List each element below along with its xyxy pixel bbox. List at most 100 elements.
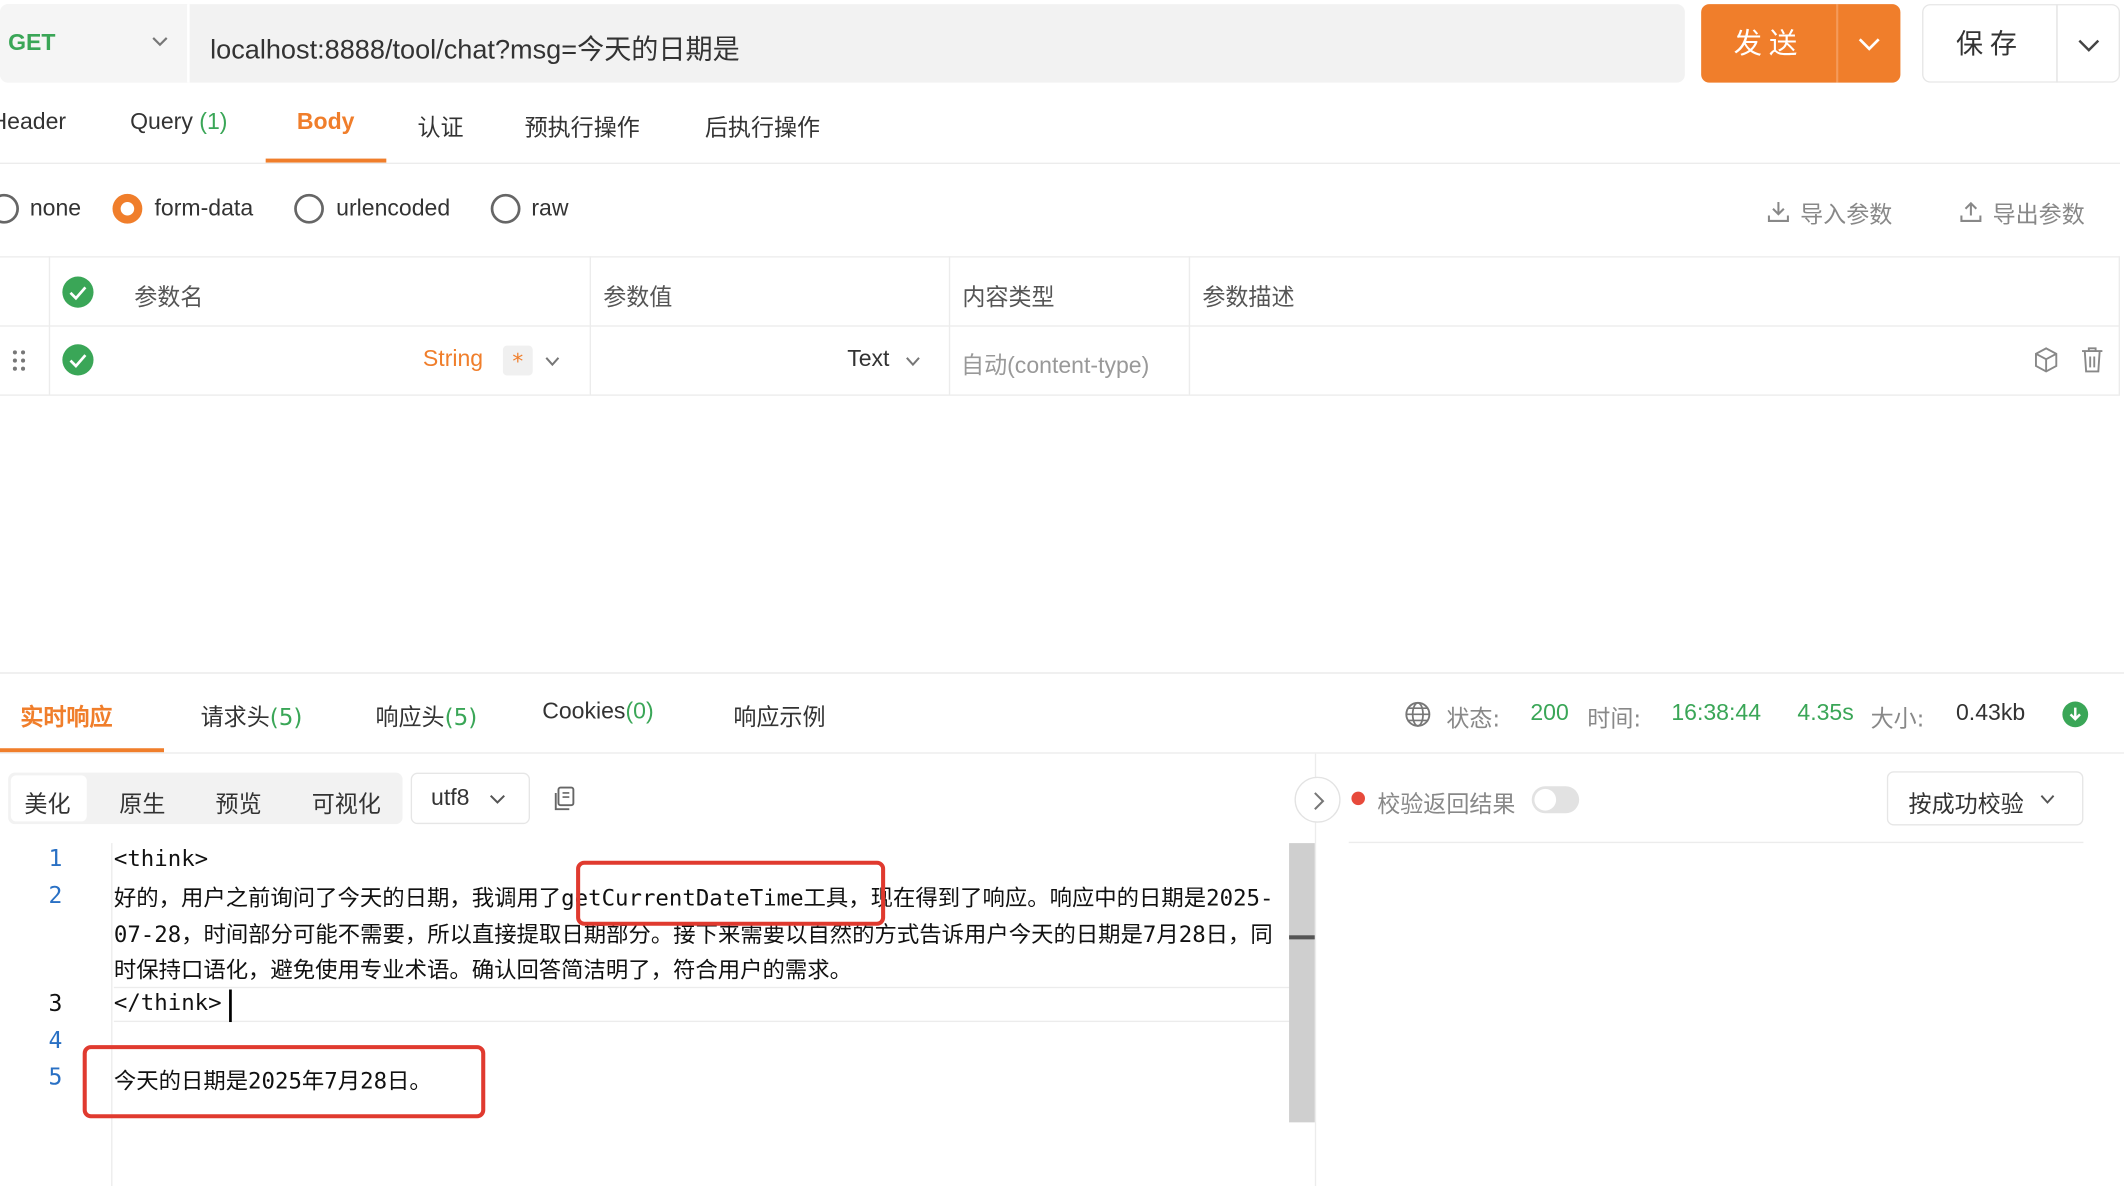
check-icon	[69, 286, 87, 301]
duration-value: 4.35s	[1797, 699, 1854, 726]
current-line-highlight	[113, 986, 1291, 1023]
tab-count: (0)	[625, 698, 654, 724]
tab-response-headers[interactable]: 响应头(5)	[375, 698, 477, 732]
trash-icon[interactable]	[2078, 344, 2106, 374]
param-type-select[interactable]: String	[423, 346, 483, 373]
divider	[1348, 841, 2084, 844]
copy-icon[interactable]	[552, 785, 578, 812]
tab-label: Header	[0, 108, 67, 135]
column-header-value: 参数值	[603, 284, 673, 312]
cube-icon[interactable]	[2032, 346, 2060, 374]
row-checkbox[interactable]	[62, 344, 94, 376]
tab-query[interactable]: Query (1)	[130, 108, 227, 135]
scrollbar[interactable]	[1289, 843, 1315, 1123]
tab-count: (1)	[199, 108, 228, 135]
import-params-label: 导入参数	[1800, 201, 1893, 230]
chevron-down-icon	[489, 794, 505, 804]
column-header-name: 参数名	[134, 284, 204, 312]
tab-request-headers[interactable]: 请求头(5)	[201, 698, 303, 732]
tab-pre-script[interactable]: 预执行操作	[525, 108, 640, 142]
validation-mode-value: 按成功校验	[1908, 791, 2024, 819]
table-border	[0, 325, 2121, 327]
content-kind-select[interactable]: Text	[847, 346, 889, 373]
divider	[0, 752, 2124, 754]
divider	[0, 672, 2124, 674]
column-header-content-type: 内容类型	[962, 284, 1055, 312]
drag-handle-icon[interactable]	[11, 348, 27, 372]
table-border	[48, 256, 51, 395]
text-cursor	[229, 989, 232, 1023]
view-tab-preview[interactable]: 预览	[216, 785, 262, 819]
radio-urlencoded[interactable]	[294, 193, 324, 224]
tab-body[interactable]: Body	[297, 108, 355, 135]
radio-form-data[interactable]	[112, 193, 143, 224]
download-icon[interactable]	[2062, 701, 2089, 728]
tab-label: 请求头	[200, 704, 270, 732]
annotation-highlight-answer	[82, 1045, 486, 1119]
annotation-highlight-tool	[576, 860, 886, 926]
tab-label: 响应头	[375, 704, 445, 732]
chevron-right-icon	[1314, 792, 1325, 810]
method-label: GET	[8, 29, 56, 56]
radio-raw[interactable]	[490, 193, 521, 224]
encoding-select[interactable]	[410, 772, 531, 825]
line-number: 1	[48, 845, 63, 873]
chevron-down-icon	[906, 357, 920, 367]
url-input[interactable]: localhost:8888/tool/chat?msg=今天的日期是	[210, 27, 740, 66]
table-border	[589, 256, 591, 395]
tab-post-script[interactable]: 后执行操作	[705, 108, 820, 142]
radio-label-none: none	[29, 195, 82, 221]
chevron-down-icon	[152, 37, 168, 47]
collapse-panel-button[interactable]	[1294, 776, 1341, 823]
radio-label-form-data: form-data	[154, 195, 254, 221]
time-label: 时间:	[1587, 706, 1642, 734]
validation-toggle[interactable]	[1531, 786, 1580, 814]
export-params-label: 导出参数	[1992, 201, 2085, 230]
time-value: 16:38:44	[1671, 699, 1762, 726]
content-type-input[interactable]: 自动(content-type)	[961, 346, 1149, 380]
chevron-down-icon	[2040, 795, 2055, 804]
send-button[interactable]: 发送	[1701, 4, 1837, 83]
tab-label: Cookies	[542, 698, 626, 724]
code-line: <think>	[113, 845, 209, 872]
tab-label: Query	[130, 108, 193, 135]
line-number: 3	[48, 990, 63, 1018]
globe-icon	[1405, 701, 1431, 727]
chevron-down-icon	[2078, 39, 2100, 52]
tab-response-examples[interactable]: 响应示例	[733, 698, 825, 732]
encoding-value: utf8	[431, 784, 470, 811]
view-tab-visualize[interactable]: 可视化	[312, 785, 381, 819]
radio-label-urlencoded: urlencoded	[336, 195, 451, 221]
size-label: 大小:	[1870, 706, 1925, 734]
view-tab-pretty[interactable]: 美化	[24, 785, 70, 819]
select-all-checkbox[interactable]	[62, 276, 94, 308]
column-header-description: 参数描述	[1202, 284, 1295, 312]
tab-auth[interactable]: 认证	[417, 108, 463, 142]
required-toggle[interactable]: *	[502, 345, 533, 376]
chevron-down-icon	[1858, 38, 1880, 51]
check-icon	[69, 354, 87, 368]
line-number: 2	[48, 882, 63, 910]
status-label: 状态:	[1446, 706, 1501, 734]
divider	[0, 162, 2121, 165]
tab-live-response[interactable]: 实时响应	[20, 698, 112, 732]
radio-none[interactable]	[0, 193, 19, 224]
tab-count: (5)	[444, 704, 478, 732]
validation-status-dot	[1351, 791, 1365, 806]
save-dropdown-button[interactable]	[2056, 4, 2121, 83]
send-dropdown-button[interactable]	[1836, 4, 1901, 83]
status-code: 200	[1530, 699, 1569, 726]
table-border	[2118, 256, 2121, 395]
tab-count: (5)	[269, 704, 303, 732]
save-button[interactable]: 保存	[1922, 4, 2058, 83]
tab-cookies[interactable]: Cookies(0)	[542, 698, 653, 725]
table-border	[1188, 256, 1191, 395]
size-value: 0.43kb	[1955, 699, 2026, 726]
tab-header[interactable]: Header	[0, 108, 66, 135]
scrollbar-marker	[1289, 935, 1315, 940]
chevron-down-icon[interactable]	[544, 352, 562, 370]
radio-label-raw: raw	[531, 195, 569, 221]
editor-gutter-border	[111, 843, 113, 1186]
table-border	[0, 394, 2121, 396]
view-tab-raw[interactable]: 原生	[119, 785, 165, 819]
